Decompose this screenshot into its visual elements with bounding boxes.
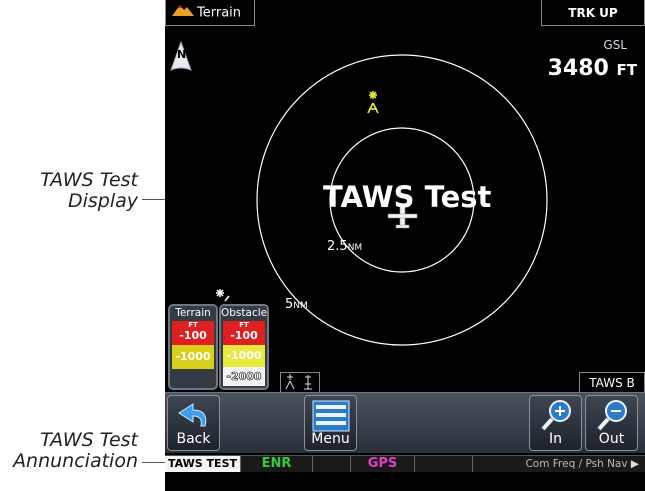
obstacle-filter-icon [285, 374, 312, 390]
back-button[interactable]: Back [167, 395, 220, 451]
terrain-screen: Terrain TRK UP N GSL 3480 FT TAWS Test 2… [165, 0, 645, 491]
terrain-legend: Terrain FT -100 -1000 [168, 304, 218, 390]
back-label: Back [176, 431, 211, 447]
range-label-outer: 5NM [285, 297, 308, 312]
orientation-label: TRK UP [568, 6, 618, 20]
zoom-in-icon [541, 400, 571, 431]
obstacle-icon-yellow [367, 91, 379, 114]
com-freq-knob-hint[interactable]: Com Freq / Psh Nav ▶ [473, 456, 645, 472]
menu-button[interactable]: Menu [304, 395, 357, 451]
status-segment-blank [313, 456, 351, 472]
page-title-tab[interactable]: Terrain [165, 0, 255, 26]
obstacle-legend: Obstacle FT -100 -1000 -2000 [219, 304, 269, 390]
enr-annunciation: ENR [241, 456, 313, 472]
terrain-band-red: FT -100 [172, 321, 214, 345]
zoom-in-label: In [548, 431, 562, 447]
terrain-ft-label: FT [188, 321, 198, 329]
range-inner-unit: NM [347, 243, 363, 253]
gsl-value: 3480 [547, 56, 609, 81]
obstacle-level-1000: -1000 [226, 349, 262, 362]
mountain-icon [172, 0, 194, 26]
obstacle-filter-indicator[interactable] [280, 372, 320, 392]
terrain-level-1000: -1000 [175, 350, 211, 363]
status-bar: TAWS TEST ENR GPS Com Freq / Psh Nav ▶ [165, 455, 645, 472]
gsl-label: GSL [603, 38, 627, 52]
range-label-inner: 2.5NM [327, 239, 362, 254]
obstacle-legend-title: Obstacle [221, 307, 268, 319]
north-label: N [177, 48, 187, 61]
terrain-level-100: -100 [179, 329, 207, 342]
taws-test-annunciation: TAWS TEST [165, 456, 241, 472]
obstacle-icon-white [216, 289, 230, 302]
gsl-readout: 3480 FT [548, 56, 637, 81]
gps-text: GPS [367, 456, 398, 471]
obstacle-band-white: -2000 [223, 367, 265, 386]
obstacle-ft-label: FT [239, 321, 249, 329]
callout-taws-test-display: TAWS Test Display [10, 170, 138, 212]
callout-annunciation-line2: Annunciation [13, 450, 138, 472]
taws-mode-label: TAWS B [589, 376, 635, 390]
callout-display-line2: Display [67, 190, 138, 212]
taws-mode-indicator: TAWS B [579, 372, 645, 392]
com-freq-text: Com Freq / Psh Nav [525, 458, 628, 470]
callout-annunciation-line1: TAWS Test [40, 429, 138, 451]
play-arrow-icon: ▶ [630, 458, 639, 470]
terrain-legend-title: Terrain [175, 307, 211, 319]
taws-test-display-text: TAWS Test [323, 180, 492, 214]
gsl-unit: FT [616, 61, 637, 79]
gps-annunciation: GPS [351, 456, 415, 472]
zoom-in-button[interactable]: In [529, 395, 582, 451]
range-inner-value: 2.5 [327, 239, 348, 254]
range-outer-unit: NM [293, 301, 308, 311]
zoom-out-icon [597, 400, 627, 431]
menu-label: Menu [311, 431, 350, 447]
obstacle-level-100: -100 [230, 329, 258, 342]
orientation-button[interactable]: TRK UP [541, 0, 645, 26]
back-arrow-icon [178, 403, 207, 427]
status-segment-blank-2 [415, 456, 473, 472]
callout-display-line1: TAWS Test [40, 169, 138, 191]
callout-taws-test-annunciation: TAWS Test Annunciation [0, 430, 138, 472]
page-title: Terrain [197, 5, 242, 21]
annunciation-text: TAWS TEST [168, 457, 237, 470]
terrain-band-yellow: -1000 [172, 345, 214, 369]
button-bar: Back Menu In Out [165, 392, 645, 453]
menu-list-icon [312, 400, 350, 432]
obstacle-band-yellow: -1000 [223, 345, 265, 367]
obstacle-level-2000: -2000 [226, 370, 262, 384]
zoom-out-button[interactable]: Out [585, 395, 638, 451]
zoom-out-label: Out [598, 431, 625, 447]
obstacle-band-red: FT -100 [223, 321, 265, 345]
enr-text: ENR [261, 456, 292, 471]
